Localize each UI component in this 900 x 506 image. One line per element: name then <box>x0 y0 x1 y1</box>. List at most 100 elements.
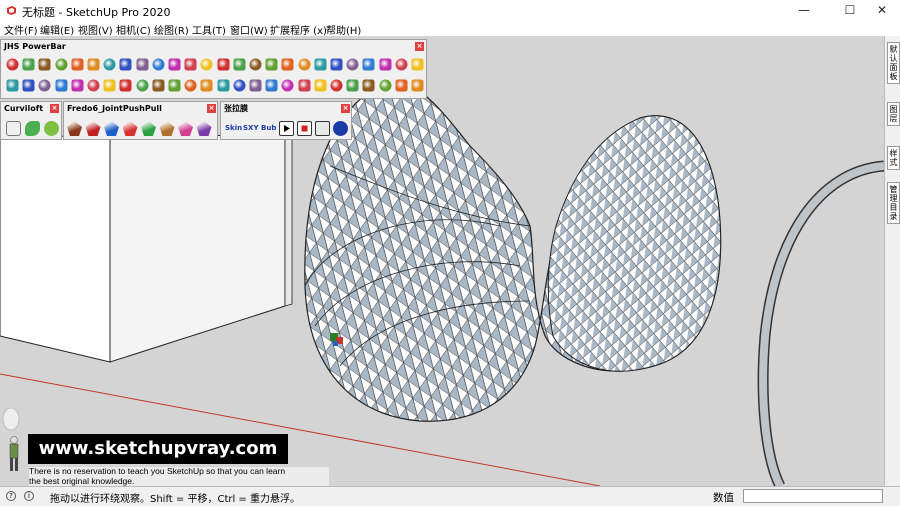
joint-pushpull-tool-icon[interactable] <box>141 121 156 136</box>
menu-file[interactable]: 文件(F) <box>4 22 38 37</box>
help-icon[interactable]: ? <box>6 491 16 501</box>
skin-tool-button[interactable]: Skin <box>225 121 242 136</box>
toolbar-close-button[interactable]: × <box>50 104 59 113</box>
tray-tab-default[interactable]: 默认面板 <box>887 42 900 84</box>
jhs-tool-icon[interactable] <box>362 79 375 92</box>
joint-pushpull-tool-icon[interactable] <box>196 121 212 136</box>
menu-help[interactable]: 帮助(H) <box>326 22 361 37</box>
play-icon[interactable] <box>279 121 294 136</box>
toolbar-close-button[interactable]: × <box>415 42 424 51</box>
jhs-tool-icon[interactable] <box>55 58 68 71</box>
jhs-tool-icon[interactable] <box>168 58 181 71</box>
jhs-tool-icon[interactable] <box>217 79 230 92</box>
jhs-tool-icon[interactable] <box>200 79 213 92</box>
joint-pushpull-tool-icon[interactable] <box>159 121 175 136</box>
joint-pushpull-tool-icon[interactable] <box>178 121 193 136</box>
jhs-tool-icon[interactable] <box>330 58 343 71</box>
jhs-tool-icon[interactable] <box>38 58 51 71</box>
jhs-tool-icon[interactable] <box>136 79 149 92</box>
refresh-icon[interactable] <box>333 121 348 136</box>
jhs-tool-icon[interactable] <box>22 79 35 92</box>
curviloft-skin-icon[interactable] <box>25 121 40 136</box>
jhs-tool-icon[interactable] <box>136 58 149 71</box>
jhs-tool-icon[interactable] <box>152 58 165 71</box>
jhs-tool-icon[interactable] <box>314 58 327 71</box>
jhs-tool-icon[interactable] <box>119 79 132 92</box>
jhs-tool-icon[interactable] <box>346 58 359 71</box>
menu-window[interactable]: 窗口(W) <box>230 22 268 37</box>
jhs-tool-icon[interactable] <box>87 79 100 92</box>
menu-edit[interactable]: 编辑(E) <box>40 22 74 37</box>
tray-tab-outliner[interactable]: 管理目录 <box>887 182 900 224</box>
jhs-tool-icon[interactable] <box>346 79 359 92</box>
toolbar-close-button[interactable]: × <box>341 104 350 113</box>
jhs-tool-icon[interactable] <box>103 79 116 92</box>
minimize-button[interactable]: — <box>786 0 822 21</box>
joint-pushpull-tool-icon[interactable] <box>85 121 101 136</box>
tray-tab-styles[interactable]: 样式 <box>887 146 900 170</box>
bub-tool-button[interactable]: Bub <box>261 121 276 136</box>
jhs-tool-icon[interactable] <box>281 58 294 71</box>
drawing-viewport[interactable]: JHS PowerBar × Curviloft × Fredo6_JointP… <box>0 36 884 486</box>
joint-pushpull-tool-icon[interactable] <box>67 121 82 136</box>
jhs-tool-icon[interactable] <box>200 58 213 71</box>
jhs-tool-icon[interactable] <box>411 79 424 92</box>
settings-icon[interactable] <box>315 121 330 136</box>
menu-draw[interactable]: 绘图(R) <box>154 22 189 37</box>
jhs-tool-icon[interactable] <box>281 79 294 92</box>
jhs-tool-icon[interactable] <box>103 58 116 71</box>
jhs-tool-icon[interactable] <box>152 79 165 92</box>
jhs-tool-icon[interactable] <box>55 79 68 92</box>
jhs-tool-icon[interactable] <box>265 79 278 92</box>
joint-pushpull-tool-icon[interactable] <box>104 121 119 136</box>
jhs-tool-icon[interactable] <box>411 58 424 71</box>
status-bar: ? i 拖动以进行环绕观察。Shift = 平移，Ctrl = 重力悬浮。 数值 <box>0 486 900 506</box>
curviloft-along-icon[interactable] <box>44 121 59 136</box>
measurements-label: 数值 <box>713 492 734 504</box>
menu-extensions[interactable]: 扩展程序 (x) <box>270 22 327 37</box>
jhs-tool-icon[interactable] <box>184 58 197 71</box>
jhs-tool-icon[interactable] <box>217 58 230 71</box>
jhs-tool-icon[interactable] <box>379 79 392 92</box>
jhs-tool-icon[interactable] <box>249 58 262 71</box>
jhs-tool-icon[interactable] <box>265 58 278 71</box>
jhs-tool-icon[interactable] <box>233 79 246 92</box>
jhs-tool-icon[interactable] <box>233 58 246 71</box>
jhs-tool-icon[interactable] <box>362 58 375 71</box>
toolbar-title: JHS PowerBar <box>1 40 426 54</box>
jhs-tool-icon[interactable] <box>71 58 84 71</box>
toolbar-tension-membrane: 张拉膜 × Skin SXY Bub <box>220 101 352 140</box>
info-icon[interactable]: i <box>24 491 34 501</box>
menu-view[interactable]: 视图(V) <box>78 22 113 37</box>
toolbar-title: 张拉膜 <box>221 102 351 116</box>
toolbar-curviloft: Curviloft × <box>0 101 62 140</box>
menu-camera[interactable]: 相机(C) <box>116 22 151 37</box>
measurements-input[interactable] <box>743 489 883 503</box>
menu-tools[interactable]: 工具(T) <box>192 22 226 37</box>
jhs-tool-icon[interactable] <box>395 58 408 71</box>
jhs-tool-icon[interactable] <box>298 79 311 92</box>
sxy-tool-button[interactable]: SXY <box>243 121 259 136</box>
jhs-tool-icon[interactable] <box>395 79 408 92</box>
joint-pushpull-tool-icon[interactable] <box>122 121 138 136</box>
maximize-button[interactable]: ☐ <box>832 0 868 21</box>
jhs-tool-icon[interactable] <box>71 79 84 92</box>
close-button[interactable]: ✕ <box>864 0 900 21</box>
toolbar-close-button[interactable]: × <box>207 104 216 113</box>
jhs-tool-icon[interactable] <box>168 79 181 92</box>
jhs-tool-icon[interactable] <box>314 79 327 92</box>
jhs-tool-icon[interactable] <box>298 58 311 71</box>
jhs-tool-icon[interactable] <box>22 58 35 71</box>
jhs-tool-icon[interactable] <box>6 58 19 71</box>
stop-icon[interactable] <box>297 121 312 136</box>
jhs-tool-icon[interactable] <box>330 79 343 92</box>
jhs-tool-icon[interactable] <box>249 79 262 92</box>
jhs-tool-icon[interactable] <box>87 58 100 71</box>
tray-tab-layers[interactable]: 图层 <box>887 102 900 126</box>
jhs-tool-icon[interactable] <box>119 58 132 71</box>
jhs-tool-icon[interactable] <box>379 58 392 71</box>
jhs-tool-icon[interactable] <box>6 79 19 92</box>
curviloft-loft-icon[interactable] <box>6 121 21 136</box>
jhs-tool-icon[interactable] <box>38 79 51 92</box>
jhs-tool-icon[interactable] <box>184 79 197 92</box>
